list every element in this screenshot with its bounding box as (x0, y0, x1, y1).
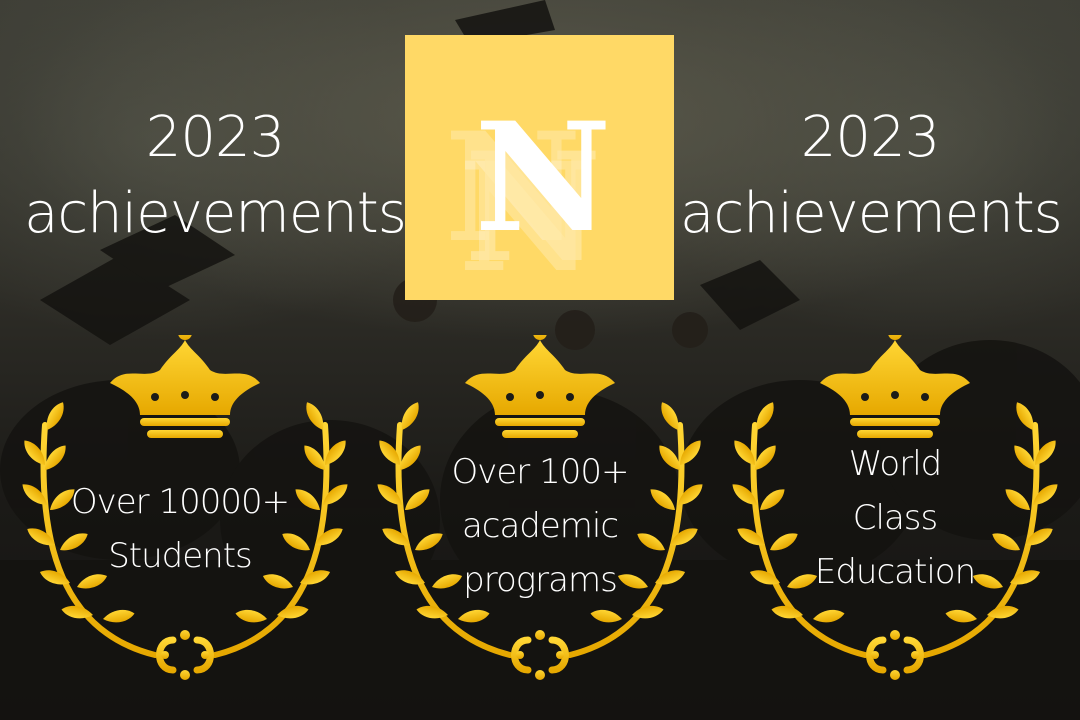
award-programs-line3: programs (463, 560, 618, 600)
award-programs-line2: academic (461, 506, 619, 546)
award-education-line1: World (848, 444, 942, 484)
award-programs: Over 100+ academic programs (360, 335, 720, 695)
n-logo-icon: N N N N (444, 90, 611, 300)
award-education: World Class Education (715, 335, 1075, 695)
award-programs-line1: Over 100+ (451, 452, 630, 492)
title-right-year: 2023 (800, 105, 941, 170)
award-programs-text: Over 100+ academic programs (435, 445, 645, 607)
award-education-line3: Education (814, 552, 976, 592)
title-left-word: achievements (24, 181, 407, 246)
title-left: 2023 achievements (20, 100, 410, 252)
award-education-text: World Class Education (800, 437, 990, 599)
n-monogram-logo: N N N N (405, 35, 674, 300)
award-students: Over 10000+ Students (5, 335, 355, 695)
title-left-year: 2023 (145, 105, 286, 170)
title-right-word: achievements (680, 181, 1063, 246)
award-students-line1: Over 10000+ (70, 482, 290, 522)
award-education-line2: Class (852, 498, 938, 538)
award-students-text: Over 10000+ Students (60, 475, 300, 583)
svg-text:N: N (474, 90, 611, 266)
title-right: 2023 achievements (680, 100, 1063, 252)
award-students-line2: Students (108, 536, 253, 576)
